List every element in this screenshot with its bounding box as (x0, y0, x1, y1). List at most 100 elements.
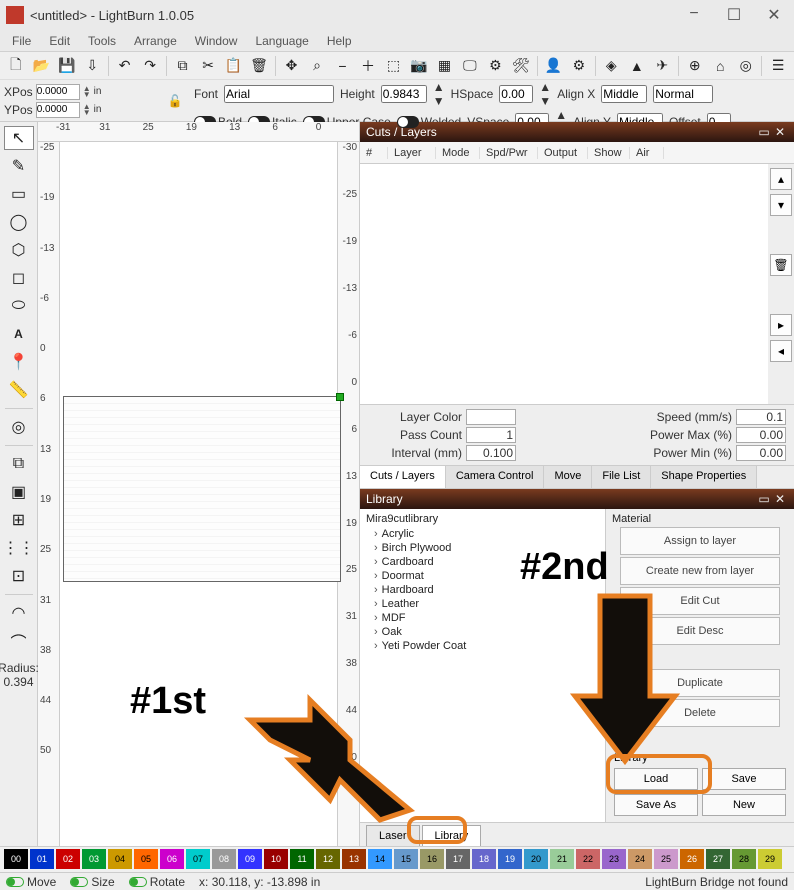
edit-nodes-tool-icon[interactable]: ◻ (4, 266, 34, 290)
monitor-icon[interactable]: 🖵 (458, 54, 481, 78)
send-icon[interactable]: ✈ (651, 54, 674, 78)
position-tool-icon[interactable]: 📍 (4, 350, 34, 374)
array-tool-icon[interactable]: ⋮⋮ (4, 536, 34, 560)
minimize-button[interactable]: − (680, 5, 708, 25)
color-swatch-09[interactable]: 09 (238, 849, 262, 869)
rotate-toggle[interactable]: Rotate (129, 875, 185, 889)
canvas[interactable]: -313125 19136 0 -25-19-13-606 1319253138… (38, 122, 359, 846)
tab-laser[interactable]: Laser (366, 825, 420, 846)
layer-down-button[interactable]: ▾ (770, 194, 792, 216)
tab-camera[interactable]: Camera Control (446, 466, 545, 488)
color-swatch-17[interactable]: 17 (446, 849, 470, 869)
color-swatch-00[interactable]: 00 (4, 849, 28, 869)
menu-edit[interactable]: Edit (41, 32, 78, 50)
cuts-list[interactable] (360, 164, 768, 404)
power-max-value[interactable]: 0.00 (736, 427, 786, 443)
color-swatch-02[interactable]: 02 (56, 849, 80, 869)
arc-tool-icon[interactable]: ⌒ (4, 629, 34, 653)
color-swatch-01[interactable]: 01 (30, 849, 54, 869)
delete-icon[interactable]: 🗑 (247, 54, 270, 78)
menu-language[interactable]: Language (247, 32, 316, 50)
boolean-tool-icon[interactable]: ▣ (4, 480, 34, 504)
ypos-spinner[interactable]: ▲▼ (83, 104, 91, 116)
copy-icon[interactable]: ⧉ (171, 54, 194, 78)
layer-delete-button[interactable]: 🗑 (770, 254, 792, 276)
interval-value[interactable]: 0.100 (466, 445, 516, 461)
load-button[interactable]: Load (614, 768, 698, 790)
menu-window[interactable]: Window (187, 32, 246, 50)
origin-icon[interactable]: ⊕ (683, 54, 706, 78)
color-swatch-21[interactable]: 21 (550, 849, 574, 869)
select-tool-icon[interactable]: ↖ (4, 126, 34, 150)
saveas-button[interactable]: Save As (614, 794, 698, 816)
library-tree[interactable]: Mira9cutlibrary Acrylic Birch Plywood Ca… (360, 509, 606, 822)
rectangle-tool-icon[interactable]: ▭ (4, 182, 34, 206)
lib-close-icon[interactable]: ✕ (772, 492, 788, 506)
text-tool-icon[interactable]: A (4, 322, 34, 346)
color-swatch-29[interactable]: 29 (758, 849, 782, 869)
frame-icon[interactable]: ⬚ (382, 54, 405, 78)
cut-icon[interactable]: ✂ (196, 54, 219, 78)
preview-icon[interactable]: ▦ (433, 54, 456, 78)
workpiece-rect[interactable] (63, 396, 341, 582)
save-button[interactable]: Save (702, 768, 786, 790)
gear-icon[interactable]: ⚙ (567, 54, 590, 78)
align-icon[interactable]: ☰ (766, 54, 789, 78)
lib-item[interactable]: Acrylic (360, 527, 605, 541)
offset-tool-icon[interactable]: ◎ (4, 415, 34, 439)
panel-undock-icon[interactable]: ▭ (756, 125, 772, 139)
radius-tool-icon[interactable]: ◠ (4, 601, 34, 625)
menu-help[interactable]: Help (319, 32, 360, 50)
lib-undock-icon[interactable]: ▭ (756, 492, 772, 506)
color-swatch-28[interactable]: 28 (732, 849, 756, 869)
color-swatch-19[interactable]: 19 (498, 849, 522, 869)
alignx-select[interactable] (601, 85, 647, 103)
save-icon[interactable]: 💾 (55, 54, 78, 78)
lib-item[interactable]: Hardboard (360, 583, 605, 597)
menu-tools[interactable]: Tools (80, 32, 124, 50)
lock-icon[interactable]: 🔓 (168, 94, 183, 108)
color-swatch-08[interactable]: 08 (212, 849, 236, 869)
lib-item[interactable]: Birch Plywood (360, 541, 605, 555)
tab-library[interactable]: Library (422, 825, 482, 846)
color-swatch-27[interactable]: 27 (706, 849, 730, 869)
paste-icon[interactable]: 📋 (222, 54, 245, 78)
assign-layer-button[interactable]: Assign to layer (620, 527, 780, 555)
layer-left-button[interactable]: ◂ (770, 340, 792, 362)
polygon-tool-icon[interactable]: ⬡ (4, 238, 34, 262)
camera-icon[interactable]: 📷 (407, 54, 430, 78)
home-icon[interactable]: ⌂ (709, 54, 732, 78)
color-swatch-23[interactable]: 23 (602, 849, 626, 869)
undo-icon[interactable]: ↶ (113, 54, 136, 78)
maximize-button[interactable]: ☐ (720, 5, 748, 25)
delete-button[interactable]: Delete (620, 699, 780, 727)
edit-desc-button[interactable]: Edit Desc (620, 617, 780, 645)
laser-icon[interactable]: ◈ (600, 54, 623, 78)
color-swatch-25[interactable]: 25 (654, 849, 678, 869)
settings-icon[interactable]: ⚙ (484, 54, 507, 78)
tab-filelist[interactable]: File List (592, 466, 651, 488)
height-input[interactable] (381, 85, 427, 103)
library-root[interactable]: Mira9cutlibrary (360, 511, 605, 527)
zoom-out-icon[interactable]: − (331, 54, 354, 78)
zoom-frame-icon[interactable]: ⌕ (305, 54, 328, 78)
color-swatch-10[interactable]: 10 (264, 849, 288, 869)
layer-color-swatch[interactable] (466, 409, 516, 425)
tab-shape[interactable]: Shape Properties (651, 466, 757, 488)
frame2-icon[interactable]: ▲ (625, 54, 648, 78)
color-swatch-22[interactable]: 22 (576, 849, 600, 869)
open-icon[interactable]: 📂 (29, 54, 52, 78)
device-icon[interactable]: 🛠 (509, 54, 532, 78)
hspace-input[interactable] (499, 85, 533, 103)
panel-close-icon[interactable]: ✕ (772, 125, 788, 139)
size-toggle[interactable]: Size (70, 875, 114, 889)
xpos-spinner[interactable]: ▲▼ (83, 86, 91, 98)
style-select[interactable] (653, 85, 713, 103)
new-icon[interactable]: 🗋 (4, 54, 27, 78)
color-swatch-03[interactable]: 03 (82, 849, 106, 869)
color-swatch-13[interactable]: 13 (342, 849, 366, 869)
pan-icon[interactable]: ✥ (280, 54, 303, 78)
group-tool-icon[interactable]: ⊞ (4, 508, 34, 532)
color-swatch-24[interactable]: 24 (628, 849, 652, 869)
xpos-input[interactable] (36, 84, 80, 100)
